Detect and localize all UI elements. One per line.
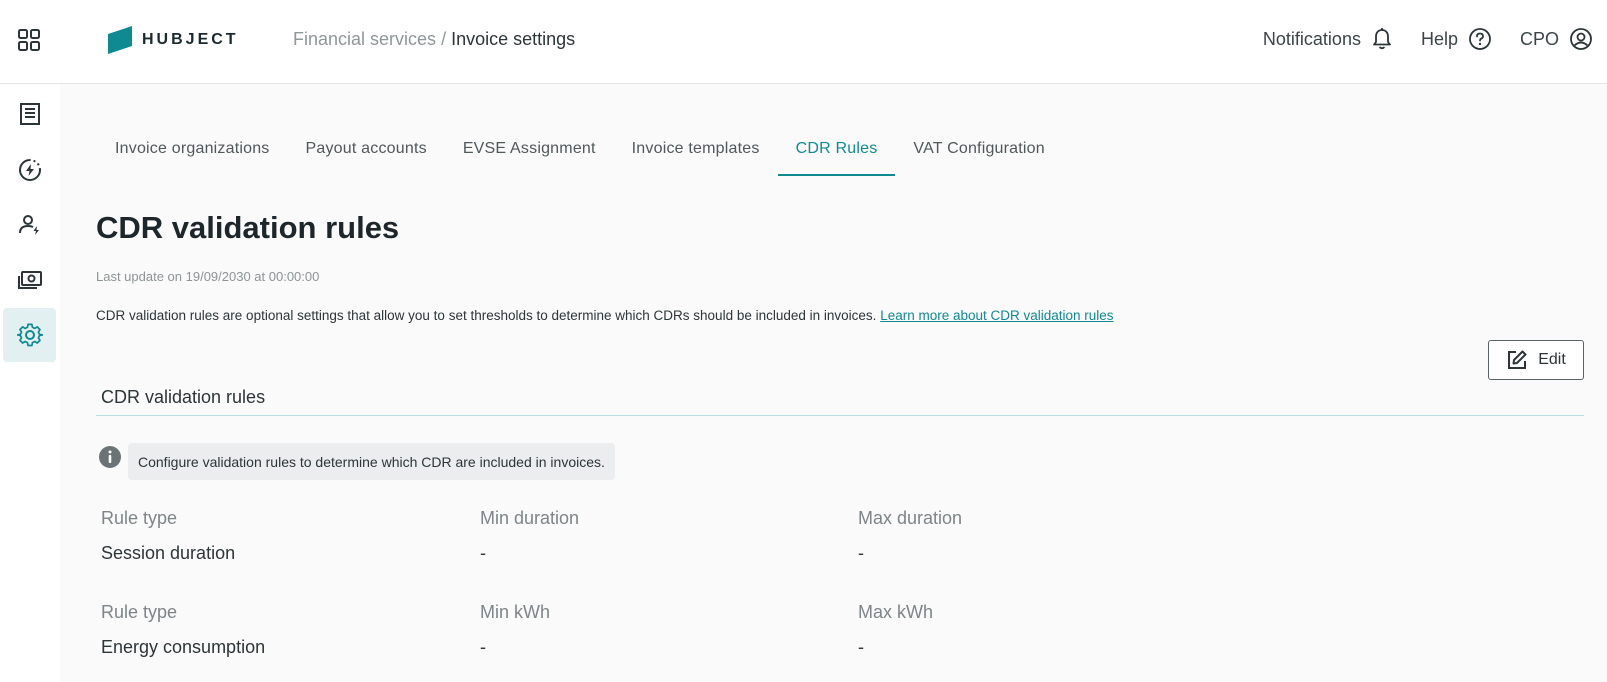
max-kwh-value: - [858, 637, 864, 657]
app-grid-icon[interactable] [15, 26, 43, 54]
tab-vat-configuration[interactable]: VAT Configuration [895, 128, 1062, 176]
charging-icon [18, 159, 41, 181]
rule-row-session-duration: Rule type Session duration Min duration … [101, 508, 1581, 568]
tab-invoice-templates[interactable]: Invoice templates [614, 128, 778, 176]
money-icon [17, 271, 42, 289]
help-button[interactable]: Help [1421, 27, 1492, 51]
top-actions: Notifications Help CPO [1235, 24, 1593, 54]
logo-text: HUBJECT [142, 31, 239, 48]
max-duration-value: - [858, 543, 864, 563]
rule-type-column: Rule type Session duration [101, 508, 235, 564]
tab-cdr-rules[interactable]: CDR Rules [777, 128, 896, 176]
info-icon [99, 446, 121, 468]
user-label: CPO [1519, 28, 1559, 49]
description-text: CDR validation rules are optional settin… [96, 308, 877, 323]
rule-type-column: Rule type Energy consumption [101, 602, 265, 658]
notifications-label: Notifications [1262, 28, 1361, 49]
sidebar-item-finance[interactable] [3, 253, 56, 307]
settings-tabs: Invoice organizations Payout accounts EV… [97, 128, 1063, 176]
sidebar [0, 84, 60, 682]
user-menu-button[interactable]: CPO [1520, 27, 1593, 51]
min-duration-value: - [480, 543, 486, 563]
max-kwh-label: Max kWh [858, 602, 934, 622]
tab-payout-accounts[interactable]: Payout accounts [288, 128, 445, 176]
tab-invoice-organizations[interactable]: Invoice organizations [97, 128, 288, 176]
account-icon [1570, 28, 1592, 50]
bell-icon [1373, 28, 1391, 50]
rule-type-label: Rule type [101, 508, 178, 528]
learn-more-link[interactable]: Learn more about CDR validation rules [880, 308, 1113, 323]
gear-icon [16, 323, 43, 347]
min-kwh-label: Min kWh [480, 602, 551, 622]
sidebar-item-settings[interactable] [3, 308, 56, 362]
help-icon [1469, 28, 1491, 50]
breadcrumb: Financial services / Invoice settings [293, 29, 575, 50]
edit-icon [1508, 350, 1527, 369]
last-update-text: Last update on 19/09/2030 at 00:00:00 [96, 269, 320, 284]
page-title: CDR validation rules [96, 210, 400, 245]
min-duration-label: Min duration [480, 508, 580, 528]
min-duration-column: Min duration - [480, 508, 579, 564]
help-label: Help [1420, 28, 1458, 49]
tab-evse-assignment[interactable]: EVSE Assignment [445, 128, 614, 176]
user-icon [18, 215, 39, 235]
sidebar-item-users[interactable] [3, 198, 56, 252]
breadcrumb-parent[interactable]: Financial services [293, 29, 436, 49]
edit-button[interactable]: Edit [1488, 340, 1584, 380]
min-kwh-value: - [480, 637, 486, 657]
breadcrumb-current: Invoice settings [451, 29, 576, 49]
hubject-logo-mark-icon [108, 26, 132, 54]
max-duration-column: Max duration - [858, 508, 962, 564]
sidebar-item-charging[interactable] [3, 143, 56, 197]
section-title: CDR validation rules [101, 387, 266, 407]
breadcrumb-separator: / [441, 29, 447, 49]
sidebar-item-invoices[interactable] [3, 87, 56, 141]
rule-type-label: Rule type [101, 602, 178, 622]
rule-type-value: Session duration [101, 543, 236, 563]
section-divider [96, 415, 1584, 416]
top-bar: HUBJECT Financial services / Invoice set… [0, 0, 1607, 84]
info-message: Configure validation rules to determine … [128, 443, 615, 480]
min-kwh-column: Min kWh - [480, 602, 550, 658]
max-kwh-column: Max kWh - [858, 602, 933, 658]
edit-label: Edit [1538, 351, 1566, 368]
rule-type-value: Energy consumption [101, 637, 266, 657]
hubject-logo[interactable]: HUBJECT [108, 25, 239, 55]
notifications-button[interactable]: Notifications [1263, 27, 1393, 51]
page-description: CDR validation rules are optional settin… [96, 308, 1114, 323]
rule-row-energy-consumption: Rule type Energy consumption Min kWh - M… [101, 602, 1581, 662]
max-duration-label: Max duration [858, 508, 963, 528]
invoice-list-icon [19, 103, 40, 125]
